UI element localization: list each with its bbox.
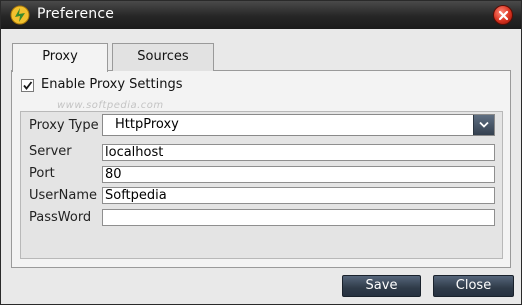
server-input[interactable]: localhost <box>102 144 495 161</box>
save-button[interactable]: Save <box>342 275 421 297</box>
proxy-type-select[interactable]: HttpProxy <box>102 114 495 136</box>
tab-proxy[interactable]: Proxy <box>12 43 108 72</box>
check-icon <box>23 81 33 90</box>
proxy-type-value: HttpProxy <box>115 117 179 132</box>
password-label: PassWord <box>29 210 92 225</box>
username-input[interactable]: Softpedia <box>102 187 495 204</box>
tab-sources[interactable]: Sources <box>112 43 214 71</box>
username-label: UserName <box>29 188 97 203</box>
dropdown-button[interactable] <box>473 115 494 135</box>
password-input[interactable] <box>102 209 495 226</box>
app-logo-icon <box>10 5 30 25</box>
proxy-type-label: Proxy Type <box>29 118 99 133</box>
title-bar[interactable]: Preference <box>1 1 521 29</box>
port-label: Port <box>29 166 55 181</box>
enable-proxy-label: Enable Proxy Settings <box>41 77 183 92</box>
close-icon <box>498 10 509 21</box>
chevron-down-icon <box>479 121 489 128</box>
enable-proxy-checkbox[interactable] <box>21 79 34 92</box>
close-button[interactable]: Close <box>433 275 514 297</box>
server-label: Server <box>29 144 72 159</box>
window-title: Preference <box>37 6 115 22</box>
close-window-button[interactable] <box>493 5 513 25</box>
watermark: www.softpedia.com <box>57 100 164 111</box>
port-input[interactable]: 80 <box>102 166 495 183</box>
preference-window: Preference Proxy Sources Enable Proxy Se… <box>0 0 522 305</box>
